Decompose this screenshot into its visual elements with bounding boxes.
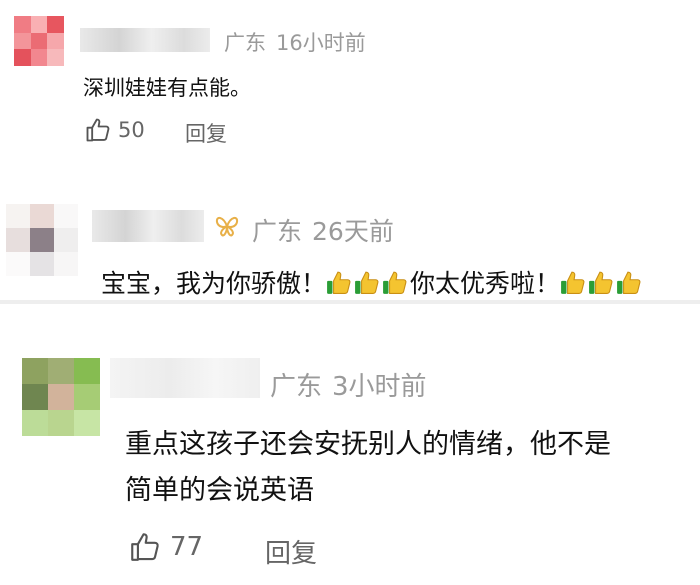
- avatar-pixel: [22, 358, 48, 384]
- comment-text-line: 重点这孩子还会安抚别人的情绪，他不是: [125, 429, 611, 460]
- avatar-pixel: [6, 204, 30, 228]
- comment-meta: 广东 16小时前: [224, 27, 366, 57]
- avatar[interactable]: [14, 16, 64, 66]
- avatar[interactable]: [6, 204, 78, 276]
- reply-button[interactable]: 回复: [185, 118, 227, 148]
- avatar-pixel: [30, 252, 54, 276]
- avatar-pixel: [14, 32, 31, 50]
- butterfly-icon: [215, 216, 239, 237]
- reply-button[interactable]: 回复: [265, 533, 317, 570]
- username-blurred[interactable]: [110, 358, 260, 398]
- username-blurred[interactable]: [80, 28, 210, 52]
- comment-text-line: 简单的会说英语: [125, 475, 314, 506]
- avatar-pixel: [74, 384, 100, 410]
- comment-text: 深圳娃娃有点能。: [83, 76, 251, 100]
- avatar-pixel: [48, 358, 74, 384]
- comment-text: 重点这孩子还会安抚别人的情绪，他不是 简单的会说英语: [125, 422, 611, 514]
- timestamp: 26天前: [312, 217, 394, 246]
- avatar-pixel: [48, 384, 74, 410]
- avatar-pixel: [30, 204, 54, 228]
- like-count: 77: [170, 532, 204, 562]
- comment-card-3: 广东 3小时前 重点这孩子还会安抚别人的情绪，他不是 简单的会说英语 77 回复: [0, 304, 700, 585]
- thumbs-up-icon: [86, 118, 110, 142]
- avatar-pixel: [74, 410, 100, 436]
- avatar-pixel: [22, 410, 48, 436]
- comment-meta: 广东 3小时前: [270, 366, 427, 403]
- thumbs-up-emoji: [560, 269, 644, 298]
- text-segment: 宝宝，我为你骄傲！: [101, 269, 327, 298]
- avatar-pixel: [6, 228, 30, 252]
- avatar-pixel: [30, 49, 48, 66]
- thumbs-up-emoji: [326, 269, 410, 298]
- avatar-pixel: [47, 16, 64, 33]
- avatar-pixel: [30, 228, 54, 252]
- avatar-pixel: [47, 32, 64, 50]
- avatar-pixel: [48, 410, 74, 436]
- username-blurred[interactable]: [92, 210, 204, 242]
- thumbs-up-icon: [131, 533, 159, 561]
- avatar[interactable]: [22, 358, 100, 436]
- location-label: 广东: [252, 217, 303, 246]
- text-segment: 你太优秀啦！: [410, 269, 561, 298]
- avatar-pixel: [47, 49, 64, 66]
- avatar-pixel: [54, 252, 78, 276]
- timestamp: 16小时前: [276, 31, 366, 55]
- like-button[interactable]: 77: [128, 530, 203, 564]
- like-button[interactable]: 50: [84, 116, 145, 144]
- avatar-pixel: [14, 16, 31, 33]
- comment-card-1: 广东 16小时前 深圳娃娃有点能。 50 回复: [0, 0, 700, 190]
- avatar-pixel: [54, 228, 78, 252]
- location-label: 广东: [224, 31, 266, 55]
- avatar-pixel: [14, 49, 31, 66]
- avatar-pixel: [22, 384, 48, 410]
- avatar-pixel: [30, 32, 48, 50]
- avatar-pixel: [74, 358, 100, 384]
- like-count: 50: [118, 118, 145, 142]
- timestamp: 3小时前: [332, 372, 427, 402]
- comment-text: 宝宝，我为你骄傲！ 你太优秀啦！: [101, 264, 644, 300]
- avatar-pixel: [54, 204, 78, 228]
- comment-meta: 广东 26天前: [252, 212, 394, 248]
- comment-card-2: 广东 26天前 宝宝，我为你骄傲！ 你太优秀啦！: [0, 190, 700, 300]
- location-label: 广东: [270, 372, 323, 402]
- avatar-pixel: [6, 252, 30, 276]
- avatar-pixel: [30, 16, 48, 33]
